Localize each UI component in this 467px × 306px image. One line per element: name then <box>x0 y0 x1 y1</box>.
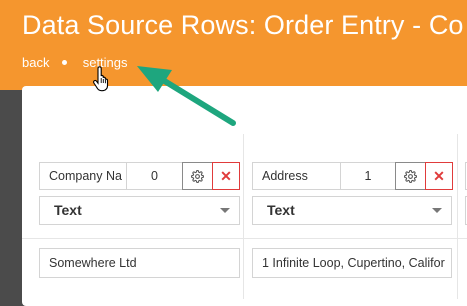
column-order-field[interactable]: 0 <box>126 162 183 190</box>
panel-toolbar <box>22 86 467 135</box>
back-link[interactable]: back <box>22 55 49 70</box>
chevron-down-icon <box>432 208 442 213</box>
column-name-field[interactable]: Company Na <box>39 162 127 190</box>
row-divider <box>22 238 467 239</box>
column-settings-button[interactable] <box>182 162 213 190</box>
chevron-down-icon <box>220 208 230 213</box>
column-delete-button[interactable]: ✕ <box>212 162 240 190</box>
close-icon: ✕ <box>433 167 445 184</box>
column-type-value: Text <box>54 202 82 218</box>
breadcrumb-separator <box>62 60 68 66</box>
column-type-value: Text <box>267 202 295 218</box>
column-settings-button[interactable] <box>395 162 426 190</box>
column-type-select[interactable]: Text <box>252 196 452 225</box>
columns-grid: Company Na 0 ✕ Text Somewhere Ltd Addres… <box>22 134 467 299</box>
column-value-field[interactable]: 1 Infinite Loop, Cupertino, Califor <box>252 248 452 278</box>
column-value-field[interactable]: Somewhere Ltd <box>39 248 240 278</box>
column-order-field[interactable]: 1 <box>340 162 396 190</box>
column-divider <box>243 134 244 299</box>
gear-icon <box>404 169 417 183</box>
column-delete-button[interactable]: ✕ <box>425 162 453 190</box>
column-name-field[interactable]: Address <box>252 162 341 190</box>
column-divider <box>457 134 458 299</box>
column-type-select[interactable]: Text <box>39 196 240 225</box>
rows-panel: Company Na 0 ✕ Text Somewhere Ltd Addres… <box>22 86 467 306</box>
page-header: Data Source Rows: Order Entry - Co back … <box>0 0 467 90</box>
close-icon: ✕ <box>220 167 232 184</box>
page-title: Data Source Rows: Order Entry - Co <box>22 10 464 40</box>
hand-pointer-icon <box>93 66 109 92</box>
gear-icon <box>191 169 204 183</box>
